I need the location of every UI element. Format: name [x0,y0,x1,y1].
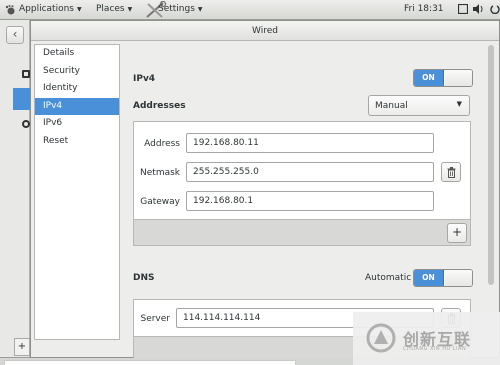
dns-heading: DNS [133,273,155,283]
ipv4-content: IPv4 ON Addresses Manual ▼ Address 192.1… [123,42,487,358]
gnome-foot-icon [5,5,15,15]
sidebar-item-identity[interactable]: Identity [35,80,119,98]
selected-device-row[interactable] [13,88,30,110]
device-icon [22,70,30,78]
watermark: 创新互联 CHUANG XIN HU LIAN [353,312,500,365]
ipv4-toggle-on: ON [414,70,444,86]
dns-automatic-toggle[interactable]: ON [413,269,473,287]
sidebar-item-ipv4[interactable]: IPv4 [35,97,119,115]
chevron-down-icon: ▼ [456,100,462,108]
addresses-panel: Address 192.168.80.11 Netmask 255.255.25… [133,121,471,246]
bottom-field [4,360,296,365]
sidebar-item-details[interactable]: Details [35,45,119,63]
sidebar-item-reset[interactable]: Reset [35,133,119,151]
dns-automatic-label: Automatic [365,273,412,283]
places-menu[interactable]: Places ▼ [96,4,132,14]
add-device-button[interactable]: + [14,338,30,356]
dialog-title: Wired [31,21,499,41]
dns-toggle-on: ON [414,270,444,286]
back-button[interactable]: ‹ [6,26,24,44]
trash-icon [447,167,456,178]
top-panel: Applications ▼ Places ▼ Settings ▼ Fri 18:3… [0,0,500,20]
addresses-heading: Addresses [133,101,186,111]
scrollbar[interactable] [488,45,494,285]
address-field[interactable]: 192.168.80.11 [186,133,434,153]
network-icon [22,120,30,128]
settings-label: Settings [158,4,195,14]
gateway-field[interactable]: 192.168.80.1 [186,191,434,211]
address-label: Address [144,139,180,149]
gateway-label: Gateway [140,197,180,207]
power-icon[interactable] [490,4,500,17]
chevron-down-icon: ▼ [127,6,133,13]
sidebar-item-security[interactable]: Security [35,63,119,81]
applications-menu[interactable]: Applications ▼ [19,4,82,14]
background-settings-window: ‹ + [0,20,30,358]
watermark-en-text: CHUANG XIN HU LIAN [403,346,467,352]
sidebar: Details Security Identity IPv4 IPv6 Rese… [34,44,120,340]
sidebar-item-ipv6[interactable]: IPv6 [35,115,119,133]
wired-dialog: Wired Details Security Identity IPv4 IPv… [30,20,500,358]
server-label: Server [140,314,170,324]
netmask-label: Netmask [140,168,180,178]
ipv4-toggle[interactable]: ON [413,69,473,87]
chevron-left-icon: ‹ [12,27,18,41]
netmask-field[interactable]: 255.255.255.0 [186,162,434,182]
toggle-knob [445,270,472,286]
toggle-knob [445,70,472,86]
addresses-toolbar: + [134,219,470,245]
settings-menu[interactable]: Settings ▼ [158,4,203,14]
chevron-down-icon: ▼ [197,6,203,13]
clock[interactable]: Fri 18:31 [404,4,444,14]
chevron-down-icon: ▼ [76,6,82,13]
method-value: Manual [375,101,408,111]
applications-label: Applications [19,4,74,14]
method-select[interactable]: Manual ▼ [368,95,470,116]
ipv4-heading: IPv4 [133,74,156,84]
watermark-logo-icon [366,323,396,353]
volume-icon[interactable] [473,4,484,17]
add-address-button[interactable]: + [447,223,467,243]
places-label: Places [96,4,125,14]
delete-address-button[interactable] [441,162,461,182]
window-icon[interactable] [457,3,469,17]
